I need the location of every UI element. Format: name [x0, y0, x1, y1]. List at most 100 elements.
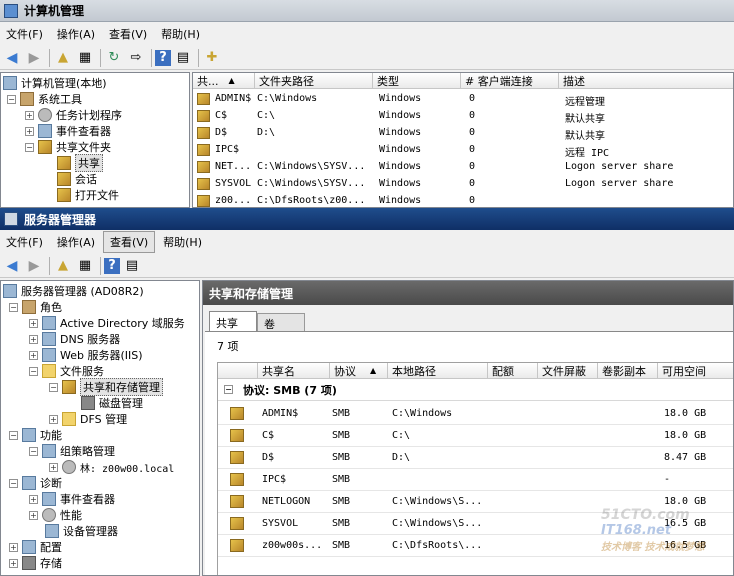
tree-item-event-viewer[interactable]: + 事件查看器	[25, 123, 111, 139]
tree-item-configuration[interactable]: + 配置	[9, 539, 62, 555]
tree-item-storage[interactable]: + 存储	[9, 555, 62, 571]
tree-item-shares[interactable]: 共享	[57, 154, 103, 172]
session-icon	[57, 172, 71, 186]
export-list-icon[interactable]: ⇨	[126, 49, 146, 67]
table-row[interactable]: C$ SMB C:\ 18.0 GB	[218, 425, 733, 447]
column-header-file-screening[interactable]: 文件屏蔽	[538, 363, 598, 379]
cm-menu-help[interactable]: 帮助(H)	[155, 24, 206, 44]
expand-toggle-icon[interactable]: +	[29, 494, 38, 504]
group-header[interactable]: − 协议: SMB (7 项)	[218, 379, 733, 401]
table-row[interactable]: SYSVOL C:\Windows\SYSV... Windows 0 Logon se…	[193, 176, 733, 193]
table-cell: C:\Windows\S...	[392, 518, 483, 529]
collapse-toggle-icon[interactable]: −	[25, 142, 34, 152]
tree-item-forest[interactable]: + 林: z00w00.local	[49, 459, 174, 475]
cm-menu-view[interactable]: 查看(V)	[103, 24, 153, 44]
table-row[interactable]: NET... C:\Windows\SYSV... Windows 0 Logon se…	[193, 159, 733, 176]
back-arrow-icon[interactable]: ◀	[2, 257, 22, 275]
sm-menu-file[interactable]: 文件(F)	[0, 232, 49, 252]
help-icon[interactable]: ?	[155, 49, 171, 66]
table-row[interactable]: IPC$ SMB -	[218, 469, 733, 491]
tree-item-device-manager[interactable]: 设备管理器	[45, 523, 118, 539]
tree-item-performance[interactable]: + 性能	[29, 507, 82, 523]
properties-icon[interactable]: ▤	[122, 257, 142, 275]
expand-toggle-icon[interactable]: +	[29, 510, 38, 520]
column-header-protocol[interactable]: 协议 ▲	[330, 363, 388, 379]
forward-arrow-icon[interactable]: ▶	[24, 257, 44, 275]
table-row[interactable]: D$ SMB D:\ 8.47 GB	[218, 447, 733, 469]
forward-arrow-icon[interactable]: ▶	[24, 49, 44, 67]
tree-item-roles[interactable]: − 角色	[9, 299, 62, 315]
up-folder-icon[interactable]: ▲	[53, 49, 73, 67]
expand-toggle-icon[interactable]: +	[9, 558, 18, 568]
tree-item-share-storage[interactable]: − 共享和存储管理	[49, 378, 163, 396]
collapse-toggle-icon[interactable]: −	[7, 94, 16, 104]
table-row[interactable]: ADMIN$ SMB C:\Windows 18.0 GB	[218, 403, 733, 425]
tree-item-group-policy[interactable]: − 组策略管理	[29, 443, 115, 459]
collapse-toggle-icon[interactable]: −	[9, 430, 18, 440]
tree-item-dfs[interactable]: + DFS 管理	[49, 411, 127, 427]
collapse-toggle-icon[interactable]: −	[9, 478, 18, 488]
tab-shares[interactable]: 共享	[209, 311, 257, 331]
tree-item-task-scheduler[interactable]: + 任务计划程序	[25, 107, 122, 123]
sm-menu-action[interactable]: 操作(A)	[51, 232, 101, 252]
tree-item-iis[interactable]: + Web 服务器(IIS)	[29, 347, 143, 363]
table-row[interactable]: D$ D:\ Windows 0 默认共享	[193, 125, 733, 142]
device-manager-icon	[45, 524, 59, 538]
column-header-folder-path[interactable]: 文件夹路径	[255, 73, 373, 89]
tree-item-event-viewer[interactable]: + 事件查看器	[29, 491, 115, 507]
tree-item-file-services[interactable]: − 文件服务	[29, 363, 104, 379]
collapse-toggle-icon[interactable]: −	[29, 366, 38, 376]
up-folder-icon[interactable]: ▲	[53, 257, 73, 275]
collapse-toggle-icon[interactable]: −	[29, 446, 38, 456]
tree-item-diagnostics[interactable]: − 诊断	[9, 475, 62, 491]
table-row[interactable]: C$ C:\ Windows 0 默认共享	[193, 108, 733, 125]
tree-item-ad-ds[interactable]: + Active Directory 域服务	[29, 315, 185, 331]
tab-volumes[interactable]: 卷	[257, 313, 305, 331]
table-row[interactable]: IPC$ Windows 0 远程 IPC	[193, 142, 733, 159]
expand-toggle-icon[interactable]: +	[29, 350, 38, 360]
sm-menu-view[interactable]: 查看(V)	[103, 231, 156, 253]
sm-menu-help[interactable]: 帮助(H)	[157, 232, 208, 252]
tree-item-features[interactable]: − 功能	[9, 427, 62, 443]
expand-toggle-icon[interactable]: +	[29, 334, 38, 344]
expand-toggle-icon[interactable]: +	[49, 462, 58, 472]
show-hide-tree-icon[interactable]: ▦	[75, 49, 95, 67]
column-header-type[interactable]: 类型	[373, 73, 461, 89]
expand-toggle-icon[interactable]: +	[25, 110, 34, 120]
tree-item-system-tools[interactable]: − 系统工具	[7, 91, 82, 107]
table-row[interactable]: z00... C:\DfsRoots\z00... Windows 0	[193, 193, 733, 207]
show-hide-tree-icon[interactable]: ▦	[75, 257, 95, 275]
help-icon[interactable]: ?	[104, 257, 120, 274]
collapse-toggle-icon[interactable]: −	[49, 382, 58, 392]
tree-item-computer-management[interactable]: 计算机管理(本地)	[3, 75, 107, 91]
expand-toggle-icon[interactable]: +	[29, 318, 38, 328]
cm-menu-action[interactable]: 操作(A)	[51, 24, 101, 44]
column-header-description[interactable]: 描述	[559, 73, 733, 89]
refresh-icon[interactable]: ↻	[104, 49, 124, 67]
collapse-toggle-icon[interactable]: −	[224, 385, 233, 394]
tree-item-shared-folders[interactable]: − 共享文件夹	[25, 139, 111, 155]
tree-item-dns[interactable]: + DNS 服务器	[29, 331, 120, 347]
column-header-share-name[interactable]: 共享名	[258, 363, 330, 379]
column-header-share[interactable]: 共... ▲	[193, 73, 255, 89]
new-share-icon[interactable]: ✚	[202, 49, 222, 67]
column-header-icon[interactable]	[218, 363, 258, 379]
share-icon	[230, 473, 244, 486]
back-arrow-icon[interactable]: ◀	[2, 49, 22, 67]
column-header-local-path[interactable]: 本地路径	[388, 363, 488, 379]
tree-item-disk-management[interactable]: 磁盘管理	[81, 395, 143, 411]
tree-item-server-manager[interactable]: 服务器管理器 (AD08R2)	[3, 283, 144, 299]
column-header-client-connections[interactable]: # 客户端连接	[461, 73, 559, 89]
properties-icon[interactable]: ▤	[173, 49, 193, 67]
expand-toggle-icon[interactable]: +	[49, 414, 58, 424]
tree-item-sessions[interactable]: 会话	[57, 171, 97, 187]
tree-item-open-files[interactable]: 打开文件	[57, 187, 119, 203]
column-header-shadow-copies[interactable]: 卷影副本	[598, 363, 658, 379]
column-header-free-space[interactable]: 可用空间	[658, 363, 733, 379]
cm-menu-file[interactable]: 文件(F)	[0, 24, 49, 44]
table-row[interactable]: ADMIN$ C:\Windows Windows 0 远程管理	[193, 91, 733, 108]
collapse-toggle-icon[interactable]: −	[9, 302, 18, 312]
expand-toggle-icon[interactable]: +	[25, 126, 34, 136]
column-header-quota[interactable]: 配额	[488, 363, 538, 379]
expand-toggle-icon[interactable]: +	[9, 542, 18, 552]
